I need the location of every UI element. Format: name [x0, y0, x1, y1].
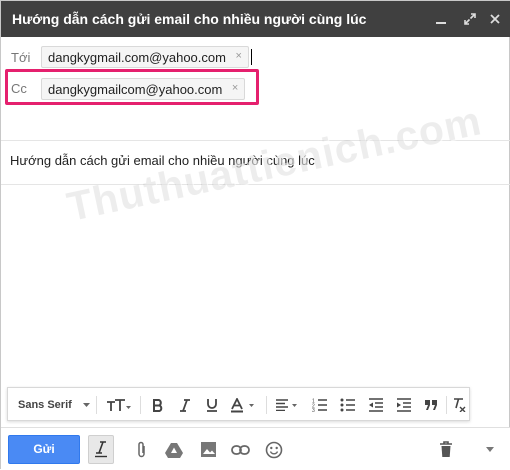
quote-icon[interactable]: [418, 388, 444, 422]
attach-icon[interactable]: [129, 435, 155, 464]
remove-formatting-icon[interactable]: [449, 388, 469, 422]
to-label: Tới: [11, 50, 31, 65]
text-color-icon[interactable]: [226, 388, 262, 422]
indent-less-icon[interactable]: [362, 388, 390, 422]
minimize-icon[interactable]: [431, 9, 451, 29]
cc-highlight-box: [5, 69, 259, 105]
font-family-select[interactable]: Sans Serif: [18, 388, 90, 422]
font-size-icon[interactable]: [102, 388, 136, 422]
send-button[interactable]: Gửi: [8, 435, 80, 464]
toolbar-divider: [96, 396, 97, 414]
close-icon[interactable]: [485, 9, 505, 29]
indent-more-icon[interactable]: [390, 388, 418, 422]
toolbar-divider: [266, 396, 267, 414]
toolbar-divider: [140, 396, 141, 414]
align-icon[interactable]: [271, 388, 305, 422]
drive-icon[interactable]: [161, 435, 187, 464]
photo-icon[interactable]: [195, 435, 221, 464]
pop-out-icon[interactable]: [460, 9, 480, 29]
font-family-label: Sans Serif: [18, 399, 72, 411]
more-options-icon[interactable]: [480, 435, 500, 464]
svg-text:3: 3: [312, 408, 315, 412]
to-recipient-chip[interactable]: dangkygmail.com@yahoo.com ×: [41, 46, 249, 68]
compose-title: Hướng dẫn cách gửi email cho nhiều người…: [12, 11, 367, 27]
remove-recipient-icon[interactable]: ×: [236, 50, 242, 62]
formatting-toggle-icon[interactable]: [88, 435, 114, 464]
italic-icon[interactable]: [172, 388, 198, 422]
link-icon[interactable]: [227, 435, 253, 464]
emoji-icon[interactable]: [261, 435, 287, 464]
numbered-list-icon[interactable]: 123: [306, 388, 334, 422]
compose-bottom-bar: Gửi: [1, 427, 510, 470]
underline-icon[interactable]: [199, 388, 225, 422]
compose-window: Hướng dẫn cách gửi email cho nhiều người…: [0, 0, 510, 470]
to-recipient-address: dangkygmail.com@yahoo.com: [48, 50, 226, 65]
text-cursor: [251, 49, 252, 65]
chevron-down-icon: [82, 403, 90, 408]
formatting-toolbar: Sans Serif 123: [7, 387, 470, 421]
message-body[interactable]: [1, 186, 510, 386]
bulleted-list-icon[interactable]: [334, 388, 362, 422]
bold-icon[interactable]: [145, 388, 171, 422]
trash-icon[interactable]: [433, 435, 459, 464]
compose-titlebar: Hướng dẫn cách gửi email cho nhiều người…: [1, 1, 510, 37]
toolbar-divider: [446, 396, 447, 414]
